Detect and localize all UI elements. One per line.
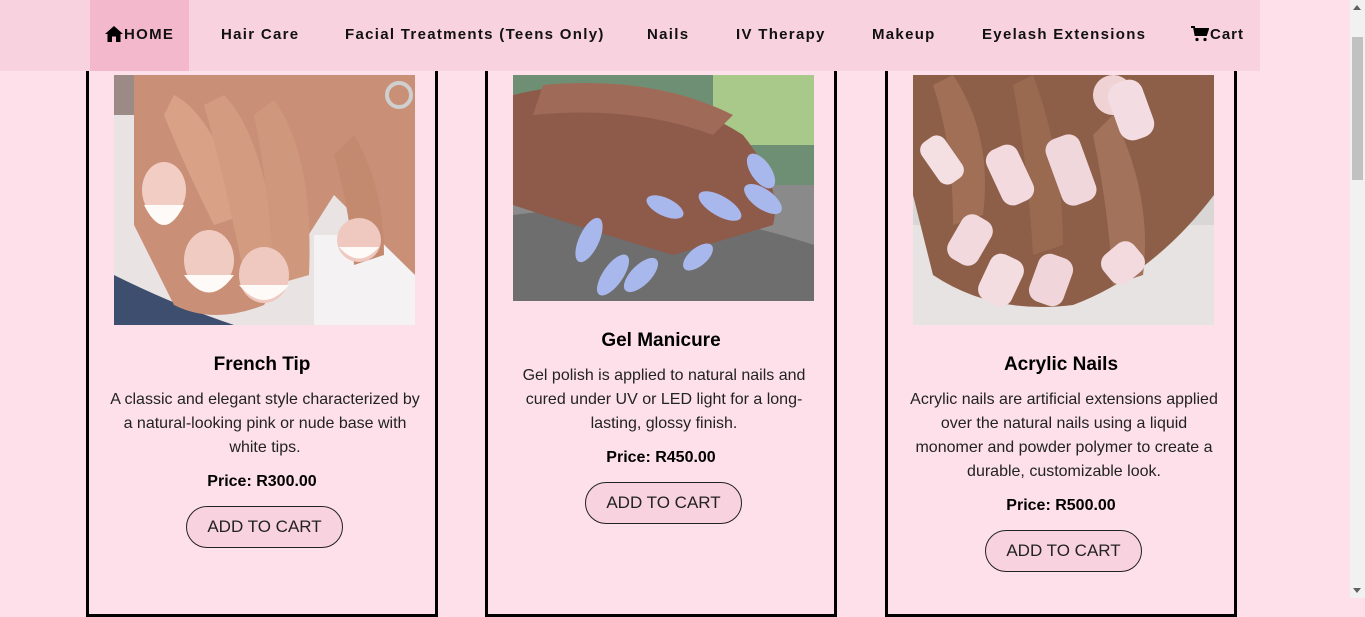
product-price: Price: R500.00 — [1006, 497, 1116, 514]
nav-iv-therapy[interactable]: IV Therapy — [736, 0, 826, 71]
nav-home-label: HOME — [124, 26, 175, 43]
add-to-cart-button[interactable]: ADD TO CART — [985, 530, 1142, 572]
nav-cart[interactable]: Cart — [1191, 0, 1244, 71]
product-price: Price: R300.00 — [207, 473, 317, 490]
add-to-cart-button[interactable]: ADD TO CART — [585, 482, 742, 524]
nav-makeup-label: Makeup — [872, 26, 936, 43]
home-icon — [105, 26, 123, 42]
cart-icon — [1191, 26, 1209, 42]
scroll-up-arrow-icon[interactable] — [1353, 5, 1361, 10]
product-card-acrylic-nails: Acrylic Nails Acrylic nails are artifici… — [885, 57, 1237, 617]
nav-makeup[interactable]: Makeup — [872, 0, 936, 71]
product-title: Gel Manicure — [601, 330, 721, 351]
product-card-gel-manicure: Gel Manicure Gel polish is applied to na… — [485, 57, 837, 617]
nav-eyelash-extensions[interactable]: Eyelash Extensions — [982, 0, 1146, 71]
product-title: French Tip — [213, 354, 311, 375]
nav-facial-treatments[interactable]: Facial Treatments (Teens Only) — [345, 0, 605, 71]
product-description: Gel polish is applied to natural nails a… — [522, 367, 806, 432]
page-scrollbar[interactable] — [1350, 0, 1365, 598]
product-price: Price: R450.00 — [606, 449, 716, 466]
main-navbar: HOME Hair Care Facial Treatments (Teens … — [0, 0, 1260, 71]
nav-home[interactable]: HOME — [90, 0, 189, 71]
product-description: Acrylic nails are artificial extensions … — [910, 391, 1218, 480]
scroll-down-arrow-icon[interactable] — [1353, 588, 1361, 593]
scroll-thumb[interactable] — [1352, 37, 1363, 180]
nav-nails-label: Nails — [647, 26, 690, 43]
product-card-french-tip: French Tip A classic and elegant style c… — [86, 57, 438, 617]
nav-hair-care-label: Hair Care — [221, 26, 300, 43]
nav-facial-treatments-label: Facial Treatments (Teens Only) — [345, 26, 605, 43]
nav-nails[interactable]: Nails — [647, 0, 689, 71]
french-tip-image — [114, 75, 415, 325]
nav-eyelash-extensions-label: Eyelash Extensions — [982, 26, 1147, 43]
acrylic-nails-image — [913, 75, 1214, 325]
nav-iv-therapy-label: IV Therapy — [736, 26, 826, 43]
nav-hair-care[interactable]: Hair Care — [221, 0, 299, 71]
nav-cart-label: Cart — [1210, 26, 1245, 43]
gel-manicure-image — [513, 75, 814, 301]
product-title: Acrylic Nails — [1003, 354, 1119, 375]
product-description: A classic and elegant style characterize… — [110, 391, 420, 456]
add-to-cart-button[interactable]: ADD TO CART — [186, 506, 343, 548]
